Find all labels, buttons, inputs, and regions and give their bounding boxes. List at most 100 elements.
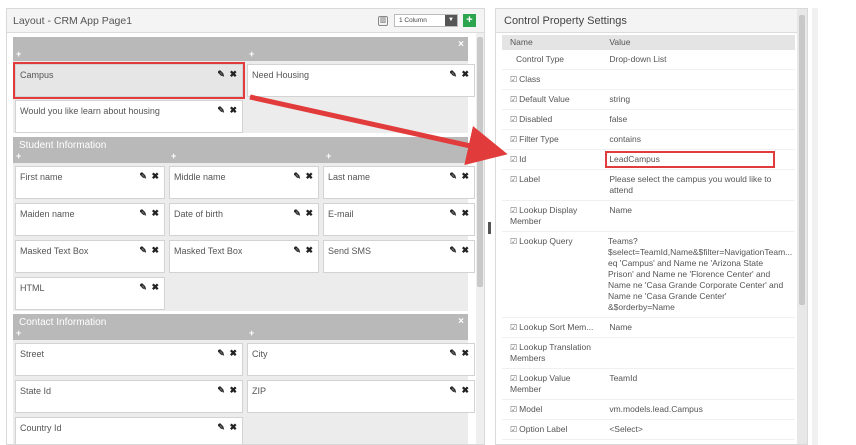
property-value[interactable]: vm.models.lead.Campus	[605, 400, 795, 419]
edit-icon[interactable]: ☑	[510, 135, 517, 144]
property-value[interactable]	[605, 70, 795, 89]
plus-icon[interactable]: +	[249, 49, 254, 59]
field-city[interactable]: City ✎ ✖	[247, 343, 475, 376]
edit-delete-icons[interactable]: ✎ ✖	[139, 171, 160, 182]
edit-delete-icons[interactable]: ✎ ✖	[217, 385, 238, 396]
field-masked-text-box[interactable]: Masked Text Box ✎ ✖	[15, 240, 165, 273]
property-row[interactable]: ☑ Lookup Query Teams?$select=TeamId,Name&$…	[502, 232, 795, 318]
edit-delete-icons[interactable]: ✎ ✖	[449, 208, 470, 219]
edit-delete-icons[interactable]: ✎ ✖	[449, 245, 470, 256]
property-row[interactable]: ☑ Lookup Translation Members	[502, 338, 795, 369]
property-row[interactable]: ☑ Lookup Display Member Name	[502, 201, 795, 232]
field-country-id[interactable]: Country Id ✎ ✖	[15, 417, 243, 444]
field-zip[interactable]: ZIP ✎ ✖	[247, 380, 475, 413]
edit-delete-icons[interactable]: ✎ ✖	[217, 348, 238, 359]
property-name: Control Type	[502, 50, 605, 69]
add-section-button[interactable]: +	[463, 14, 476, 27]
property-row[interactable]: Control Type Drop-down List	[502, 50, 795, 70]
plus-icon[interactable]: +	[16, 49, 21, 59]
layout-scrollbar[interactable]	[476, 33, 484, 444]
edit-icon[interactable]: ☑	[510, 323, 517, 332]
edit-icon[interactable]: ☑	[510, 95, 517, 104]
edit-delete-icons[interactable]: ✎ ✖	[139, 282, 160, 293]
property-value[interactable]: contains	[605, 130, 795, 149]
field-last-name[interactable]: Last name ✎ ✖	[323, 166, 475, 199]
edit-delete-icons[interactable]: ✎ ✖	[293, 171, 314, 182]
field-housing-interest[interactable]: Would you like learn about housing ✎ ✖	[15, 100, 243, 133]
edit-delete-icons[interactable]: ✎ ✖	[449, 348, 470, 359]
edit-delete-icons[interactable]: ✎ ✖	[139, 208, 160, 219]
edit-icon[interactable]: ☑	[510, 75, 517, 84]
property-value[interactable]: string	[605, 90, 795, 109]
edit-icon[interactable]: ☑	[510, 405, 517, 414]
property-value[interactable]: Teams?$select=TeamId,Name&$filter=Naviga…	[604, 232, 795, 317]
property-row[interactable]: ☑ Disabled false	[502, 110, 795, 130]
property-row[interactable]: ☑ Lookup Sort Mem... Name	[502, 318, 795, 338]
property-value[interactable]: <Select>	[605, 420, 795, 439]
plus-icon[interactable]: +	[171, 151, 176, 161]
property-value[interactable]: Drop-down List	[605, 50, 795, 69]
property-value[interactable]: 100	[605, 440, 795, 444]
property-row[interactable]: ☑Page Size100	[502, 440, 795, 444]
scrollbar-thumb[interactable]	[799, 15, 805, 305]
edit-icon[interactable]: ☑	[510, 374, 517, 383]
edit-delete-icons[interactable]: ✎ ✖	[217, 422, 238, 433]
field-html[interactable]: HTML ✎ ✖	[15, 277, 165, 310]
edit-icon[interactable]: ☑	[510, 237, 517, 246]
edit-delete-icons[interactable]: ✎ ✖	[293, 208, 314, 219]
edit-delete-icons[interactable]: ✎ ✖	[217, 105, 238, 116]
section-bar-contact-information: Contact Information + + ×	[13, 314, 468, 340]
plus-icon[interactable]: +	[16, 328, 21, 338]
edit-icon[interactable]: ☑	[510, 425, 517, 434]
property-scrollbar[interactable]	[797, 9, 807, 444]
edit-icon[interactable]: ☑	[510, 155, 517, 164]
close-icon[interactable]: ×	[458, 316, 464, 327]
property-value[interactable]: Please select the campus you would like …	[605, 170, 795, 200]
field-state-id[interactable]: State Id ✎ ✖	[15, 380, 243, 413]
field-campus[interactable]: Campus ✎ ✖	[13, 62, 245, 99]
plus-icon[interactable]: +	[326, 151, 331, 161]
property-row[interactable]: ☑ Model vm.models.lead.Campus	[502, 400, 795, 420]
column-select[interactable]: 1 Column ▼	[394, 14, 458, 27]
property-value-text: LeadCampus	[605, 151, 776, 168]
property-row[interactable]: ☑ Filter Type contains	[502, 130, 795, 150]
property-value[interactable]: TeamId	[605, 369, 795, 399]
edit-icon[interactable]: ☑	[510, 175, 517, 184]
field-middle-name[interactable]: Middle name ✎ ✖	[169, 166, 319, 199]
property-row[interactable]: ☑ Option Label <Select>	[502, 420, 795, 440]
edit-delete-icons[interactable]: ✎ ✖	[217, 69, 238, 80]
property-row[interactable]: ☑ Lookup Value Member TeamId	[502, 369, 795, 400]
field-street[interactable]: Street ✎ ✖	[15, 343, 243, 376]
edit-delete-icons[interactable]: ✎ ✖	[449, 171, 470, 182]
edit-icon[interactable]: ☑	[510, 343, 517, 352]
close-icon[interactable]: ×	[458, 39, 464, 50]
property-value[interactable]: Name	[605, 318, 795, 337]
field-first-name[interactable]: First name ✎ ✖	[15, 166, 165, 199]
scrollbar-thumb[interactable]	[477, 37, 483, 287]
edit-icon[interactable]: ☑	[510, 115, 517, 124]
field-need-housing[interactable]: Need Housing ✎ ✖	[247, 64, 475, 97]
property-row[interactable]: ☑ Id LeadCampus	[502, 150, 795, 170]
property-value[interactable]: Name	[605, 201, 795, 231]
plus-icon[interactable]: +	[16, 151, 21, 161]
edit-delete-icons[interactable]: ✎ ✖	[449, 385, 470, 396]
edit-icon[interactable]: ☑	[510, 206, 517, 215]
field-date-of-birth[interactable]: Date of birth ✎ ✖	[169, 203, 319, 236]
panel-splitter-handle[interactable]	[488, 222, 491, 234]
property-value[interactable]: LeadCampus	[605, 150, 795, 169]
field-maiden-name[interactable]: Maiden name ✎ ✖	[15, 203, 165, 236]
property-name-text: Lookup Value Member	[510, 373, 571, 394]
plus-icon[interactable]: +	[249, 328, 254, 338]
edit-delete-icons[interactable]: ✎ ✖	[449, 69, 470, 80]
page-scrollbar[interactable]	[812, 8, 818, 445]
property-row[interactable]: ☑ Default Value string	[502, 90, 795, 110]
property-value[interactable]	[605, 338, 795, 368]
field-masked-text-box[interactable]: Masked Text Box ✎ ✖	[169, 240, 319, 273]
field-email[interactable]: E-mail ✎ ✖	[323, 203, 475, 236]
property-row[interactable]: ☑ Class	[502, 70, 795, 90]
edit-delete-icons[interactable]: ✎ ✖	[293, 245, 314, 256]
edit-delete-icons[interactable]: ✎ ✖	[139, 245, 160, 256]
property-row[interactable]: ☑ Label Please select the campus you would…	[502, 170, 795, 201]
property-value[interactable]: false	[605, 110, 795, 129]
field-send-sms[interactable]: Send SMS ✎ ✖	[323, 240, 475, 273]
